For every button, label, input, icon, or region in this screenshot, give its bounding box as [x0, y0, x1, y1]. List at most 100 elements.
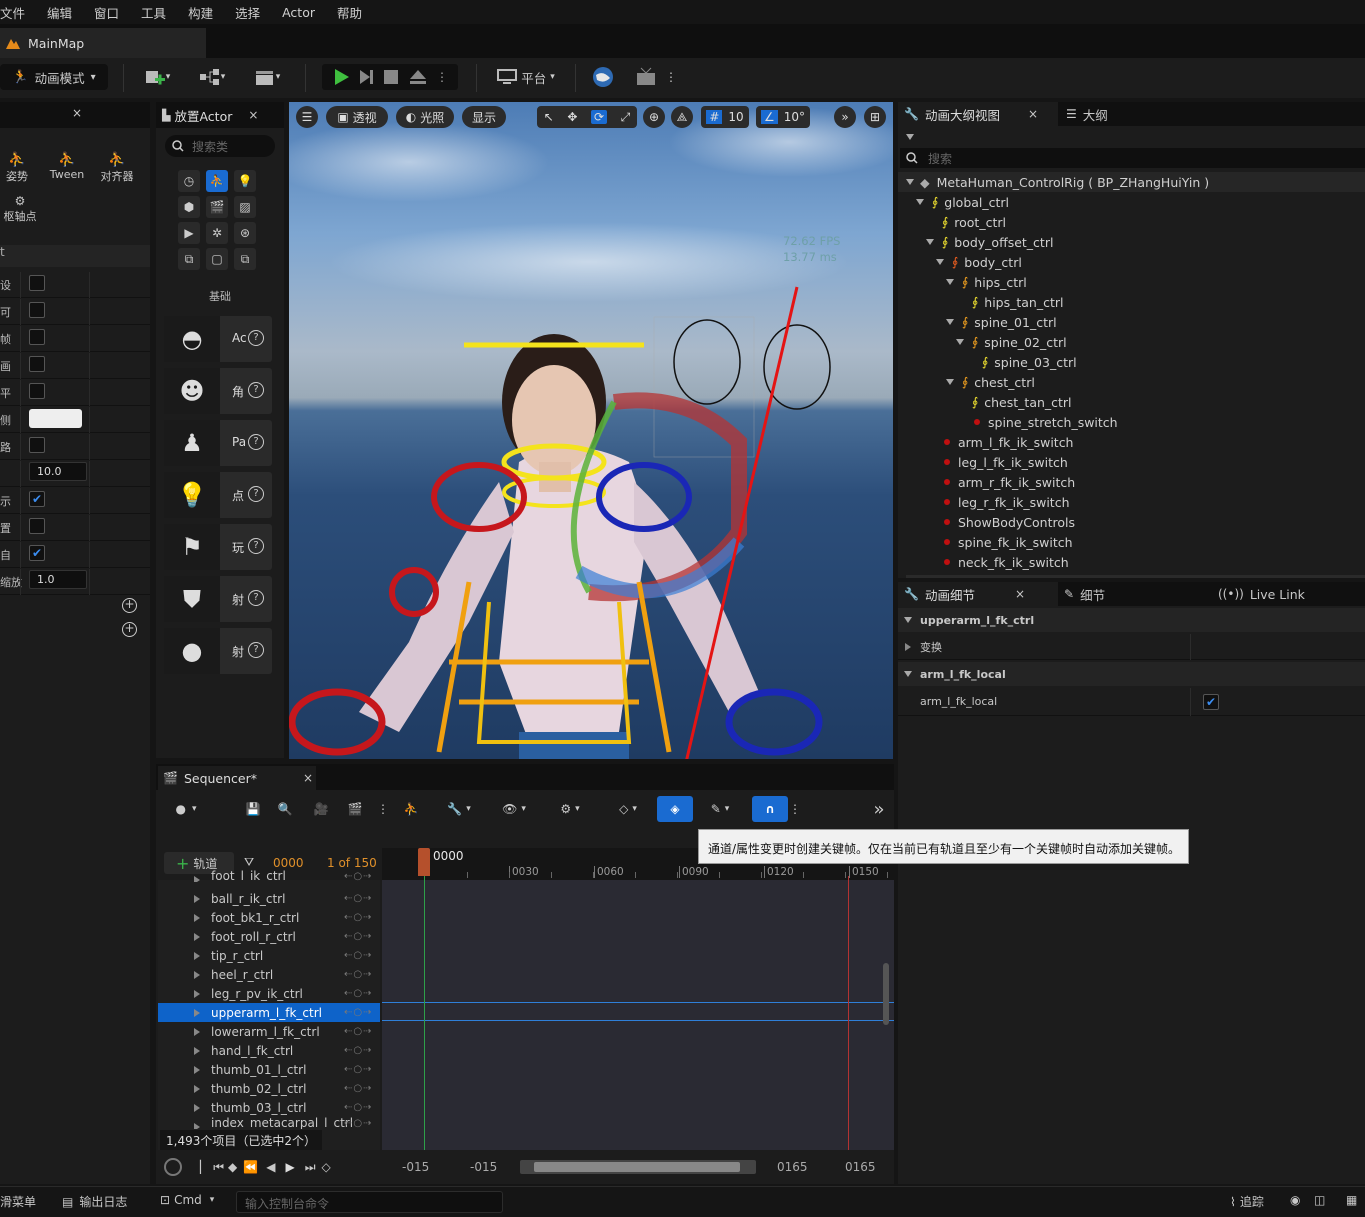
outliner-item[interactable]: ∮ spine_03_ctrl: [898, 352, 1365, 372]
property-checkbox[interactable]: [29, 518, 45, 534]
track-row[interactable]: thumb_01_l_ctrl ⇠○⇢: [158, 1060, 380, 1079]
key-navigation-icon[interactable]: ⇠○⇢: [344, 1007, 372, 1018]
expand-arrow-icon[interactable]: [194, 1123, 200, 1129]
key-navigation-icon[interactable]: ⇠○⇢: [344, 871, 372, 882]
record-icon[interactable]: [164, 1158, 182, 1176]
content-drawer-button[interactable]: 滑菜单: [0, 1193, 36, 1210]
all-classes-icon[interactable]: ⊛: [234, 222, 256, 244]
menu-build[interactable]: 构建: [188, 3, 213, 22]
outliner-item[interactable]: ∮ spine_01_ctrl: [898, 312, 1365, 332]
expand-arrow-icon[interactable]: [194, 933, 200, 941]
expand-button[interactable]: »: [834, 106, 856, 128]
expand-arrow-icon[interactable]: [194, 990, 200, 998]
property-checkbox[interactable]: ✔: [29, 545, 45, 561]
rotate-icon[interactable]: ⟳: [590, 110, 608, 124]
range-end-field[interactable]: 0165: [845, 1160, 876, 1174]
help-icon[interactable]: ?: [248, 538, 264, 554]
move-icon[interactable]: ✥: [567, 110, 577, 124]
mode-dropdown[interactable]: 🏃 动画模式 ▾: [0, 64, 108, 90]
outliner-item[interactable]: ∮ chest_ctrl: [898, 372, 1365, 392]
key-navigation-icon[interactable]: ⇠○⇢: [344, 912, 372, 923]
property-checkbox[interactable]: [29, 275, 45, 291]
outliner-item[interactable]: arm_r_fk_ik_switch: [898, 472, 1365, 492]
actor-item[interactable]: 💡 点?: [164, 472, 272, 518]
key-navigation-icon[interactable]: ⇠○⇢: [344, 1118, 372, 1129]
next-key-icon[interactable]: ◇: [322, 1160, 331, 1174]
current-frame-field[interactable]: 0000: [273, 856, 304, 870]
geometry-icon[interactable]: ▶: [178, 222, 200, 244]
help-icon[interactable]: ?: [248, 590, 264, 606]
world-local-button[interactable]: ⊕: [643, 106, 665, 128]
select-cursor-icon[interactable]: ↖: [544, 110, 554, 124]
outliner-item[interactable]: ∮ global_ctrl: [898, 192, 1365, 212]
volumes-icon[interactable]: ✲: [206, 222, 228, 244]
surface-snap-button[interactable]: ⟁: [671, 106, 693, 128]
brush-icon[interactable]: ▢: [206, 248, 228, 270]
outliner-item[interactable]: ShowBodyControls: [898, 512, 1365, 532]
key-navigation-icon[interactable]: ⇠○⇢: [344, 1045, 372, 1056]
track-row[interactable]: lowerarm_l_fk_ctrl ⇠○⇢: [158, 1022, 380, 1041]
place-actor-search[interactable]: 搜索类: [165, 135, 275, 157]
edit-mode-dropdown[interactable]: ✎ ▾: [700, 796, 740, 822]
platform-dropdown[interactable]: 平台 ▾: [492, 64, 560, 90]
key-navigation-icon[interactable]: ⇠○⇢: [344, 1083, 372, 1094]
actor-item[interactable]: ♟ Pa?: [164, 420, 272, 466]
play-icon[interactable]: [332, 68, 350, 86]
outliner-item[interactable]: ∮ chest_tan_ctrl: [898, 392, 1365, 412]
tab-anim-outliner[interactable]: 🔧 动画大纲视图 ×: [898, 102, 1058, 126]
viewport-menu-button[interactable]: ☰: [296, 106, 318, 128]
eject-icon[interactable]: [410, 70, 426, 84]
property-checkbox[interactable]: [29, 329, 45, 345]
outliner-scrollbar[interactable]: [906, 575, 1365, 578]
grid-snap-button[interactable]: #10: [701, 106, 749, 128]
track-row[interactable]: hand_l_fk_ctrl ⇠○⇢: [158, 1041, 380, 1060]
pose-tool[interactable]: ⛹ 姿势: [5, 152, 29, 184]
help-icon[interactable]: ?: [248, 486, 264, 502]
output-log-button[interactable]: ▤ 输出日志: [62, 1193, 127, 1210]
color-swatch[interactable]: [29, 409, 82, 428]
outliner-options-icon[interactable]: [906, 134, 914, 140]
track-row[interactable]: leg_r_pv_ik_ctrl ⇠○⇢: [158, 984, 380, 1003]
play-reverse-icon[interactable]: ◀: [266, 1160, 275, 1174]
actor-item[interactable]: ● 射?: [164, 628, 272, 674]
timeline-scrollbar[interactable]: [883, 963, 889, 1025]
actor-item[interactable]: ◓ Ac?: [164, 316, 272, 362]
menu-edit[interactable]: 编辑: [47, 3, 72, 22]
key-navigation-icon[interactable]: ⇠○⇢: [344, 950, 372, 961]
outliner-item[interactable]: ∮ root_ctrl: [898, 212, 1365, 232]
track-row[interactable]: tip_r_ctrl ⇠○⇢: [158, 946, 380, 965]
number-field-10[interactable]: 10.0: [29, 462, 87, 481]
scale-icon[interactable]: ⤢: [621, 110, 631, 125]
perspective-button[interactable]: ▣ 透视: [326, 106, 388, 128]
outliner-item[interactable]: leg_l_fk_ik_switch: [898, 452, 1365, 472]
track-row[interactable]: heel_r_ctrl ⇠○⇢: [158, 965, 380, 984]
arm-local-checkbox[interactable]: ✔: [1203, 694, 1219, 710]
close-icon[interactable]: ×: [1015, 587, 1025, 601]
kebab-menu-icon[interactable]: ⋮: [377, 796, 389, 822]
view-dropdown[interactable]: 👁 ▾: [494, 796, 534, 822]
add-circle-icon[interactable]: +: [122, 622, 137, 637]
number-field-1[interactable]: 1.0: [29, 570, 87, 589]
blueprint-button[interactable]: ▾: [192, 64, 232, 90]
expand-arrow-icon[interactable]: [194, 914, 200, 922]
help-icon[interactable]: ?: [248, 434, 264, 450]
menu-actor[interactable]: Actor: [282, 5, 315, 20]
track-row[interactable]: thumb_02_l_ctrl ⇠○⇢: [158, 1079, 380, 1098]
add-actor-button[interactable]: ▾: [137, 64, 177, 90]
lit-button[interactable]: ◐ 光照: [396, 106, 454, 128]
end-marker[interactable]: [848, 876, 849, 1150]
play-settings-dropdown[interactable]: ⚙ ▾: [550, 796, 590, 822]
property-checkbox[interactable]: [29, 356, 45, 372]
tween-tool[interactable]: ⛹ Tween: [48, 152, 86, 181]
tab-details[interactable]: ✎ 细节: [1058, 585, 1218, 604]
basic-icon[interactable]: ⛹: [206, 170, 228, 192]
outliner-item[interactable]: ∮ body_ctrl: [898, 252, 1365, 272]
outliner-item[interactable]: neck_fk_ik_switch: [898, 552, 1365, 572]
help-icon[interactable]: ?: [248, 642, 264, 658]
key-navigation-icon[interactable]: ⇠○⇢: [344, 988, 372, 999]
track-row[interactable]: upperarm_l_fk_ctrl ⇠○⇢: [158, 1003, 380, 1022]
revision-icon[interactable]: ▦: [1346, 1193, 1357, 1207]
view-end-field[interactable]: 0165: [777, 1160, 808, 1174]
prev-frame-icon[interactable]: ⏮: [213, 1160, 224, 1175]
pivot-tool[interactable]: ⚙ 枢轴点: [0, 194, 40, 224]
